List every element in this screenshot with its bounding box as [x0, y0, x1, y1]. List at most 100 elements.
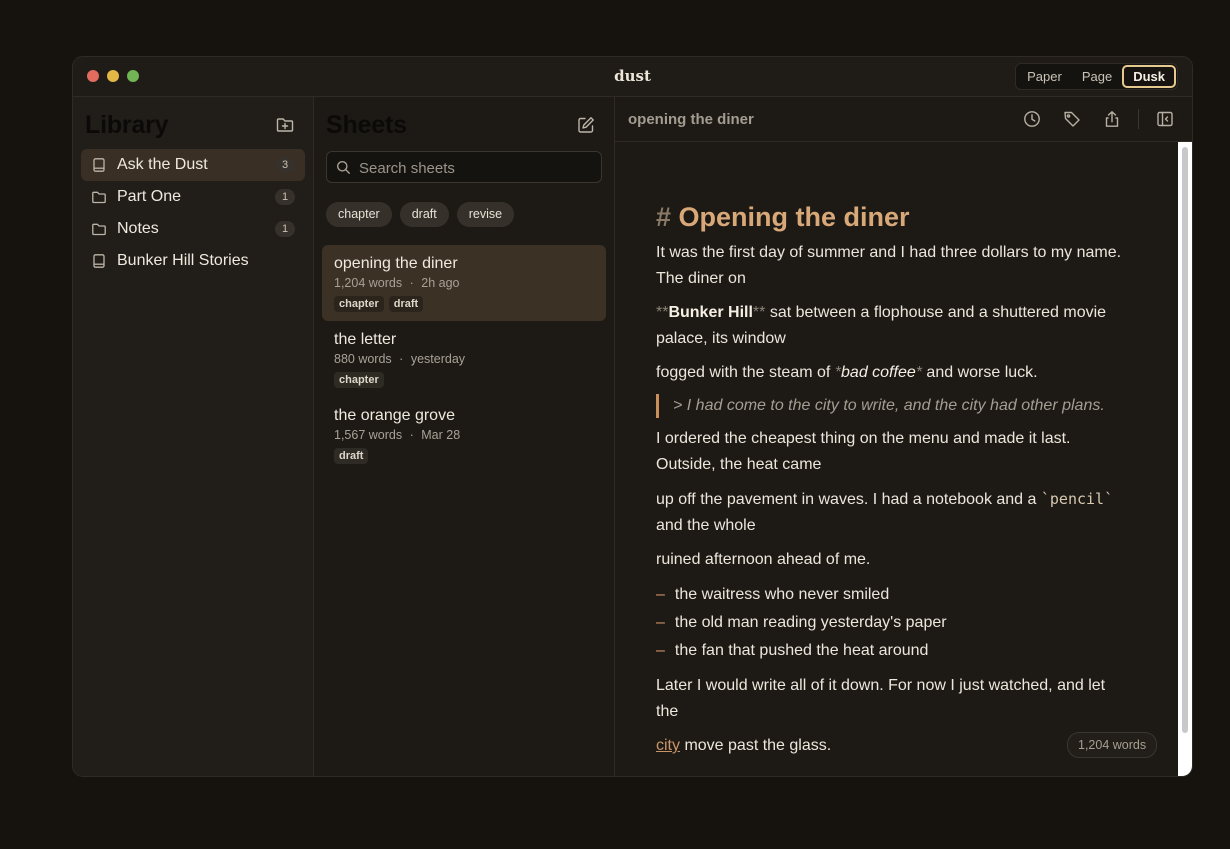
paragraph-text: and worse luck.	[921, 364, 1038, 381]
list-item-text: the fan that pushed the heat around	[674, 642, 929, 659]
library-item-label: Ask the Dust	[117, 156, 208, 173]
editor-doc-title: opening the diner	[628, 111, 754, 128]
sheet-tag: draft	[334, 448, 369, 464]
blockquote: > I had come to the city to write, and t…	[656, 394, 1126, 418]
sheet-word-count: 1,204 words	[334, 276, 403, 290]
list-item: – the fan that pushed the heat around	[656, 637, 1126, 665]
paragraph: It was the first day of summer and I had…	[656, 244, 1122, 287]
header-divider	[1138, 109, 1139, 129]
theme-switcher: Paper Page Dusk	[1015, 63, 1178, 90]
paragraph: fogged with the steam of *bad coffee* an…	[656, 360, 1126, 386]
titlebar: dust Paper Page Dusk	[73, 57, 1192, 97]
paragraph-text: and the whole	[656, 517, 756, 534]
tag-icon[interactable]	[1063, 110, 1081, 128]
library-pane: Library Ask the Dust 3 Part One 1 Notes …	[73, 97, 314, 776]
sheet-tags: draft	[334, 448, 594, 464]
sheet-list: opening the diner 1,204 words · 2h ago c…	[322, 245, 606, 473]
list-item: – the waitress who never smiled	[656, 581, 1126, 609]
library-item-notes[interactable]: Notes 1	[81, 213, 305, 245]
sidebar-toggle-icon[interactable]	[1156, 110, 1174, 128]
library-item-count: 1	[275, 189, 295, 205]
paragraph: ruined afternoon ahead of me.	[656, 551, 871, 568]
heading-text: Opening the diner	[678, 202, 910, 232]
paragraph-text: move past the glass.	[680, 737, 832, 754]
library-item-count: 1	[275, 221, 295, 237]
share-icon[interactable]	[1103, 110, 1121, 128]
list-marker: –	[656, 642, 665, 659]
new-folder-icon[interactable]	[275, 115, 295, 135]
paragraph-text: up off the pavement in waves. I had a no…	[656, 491, 1041, 508]
sheet-word-count: 880 words	[334, 352, 392, 366]
editor-scrollbar[interactable]	[1178, 142, 1192, 776]
folder-icon	[91, 221, 107, 237]
editor-pane: opening the diner # Opening the diner It…	[615, 97, 1192, 776]
sheet-meta: 880 words · yesterday	[334, 352, 594, 367]
sheets-title: Sheets	[326, 111, 407, 139]
list-item-text: the old man reading yesterday's paper	[674, 614, 947, 631]
folder-icon	[91, 189, 107, 205]
sheet-tags: chapter draft	[334, 296, 594, 312]
bold-marker: **	[752, 304, 766, 321]
list-marker: –	[656, 614, 665, 631]
sheet-item[interactable]: opening the diner 1,204 words · 2h ago c…	[322, 245, 606, 321]
history-icon[interactable]	[1023, 110, 1041, 128]
search-input[interactable]	[357, 152, 597, 184]
library-list: Ask the Dust 3 Part One 1 Notes 1 Bunker…	[81, 149, 305, 277]
library-item-label: Part One	[117, 188, 182, 205]
document-heading: # Opening the diner	[656, 200, 1126, 234]
inline-code: `pencil`	[1040, 490, 1114, 508]
book-icon	[91, 253, 107, 269]
library-title: Library	[85, 111, 169, 139]
wiki-link[interactable]: city	[656, 737, 680, 754]
document-content[interactable]: # Opening the diner It was the first day…	[656, 200, 1126, 767]
bullet-list: – the waitress who never smiled – the old …	[656, 581, 1126, 665]
theme-dusk-button[interactable]: Dusk	[1122, 65, 1176, 88]
paragraph: city move past the glass.	[656, 733, 1126, 759]
library-item-label: Notes	[117, 220, 159, 237]
app-window: dust Paper Page Dusk Library Ask the Dus…	[72, 56, 1193, 777]
library-item-bunker-hill-stories[interactable]: Bunker Hill Stories	[81, 245, 305, 277]
library-item-ask-the-dust[interactable]: Ask the Dust 3	[81, 149, 305, 181]
library-item-part-one[interactable]: Part One 1	[81, 181, 305, 213]
tag-filter-row: chapter draft revise	[326, 202, 515, 227]
sheet-modified-time: yesterday	[410, 352, 466, 366]
paragraph: up off the pavement in waves. I had a no…	[656, 486, 1126, 539]
search-icon	[336, 160, 351, 175]
sheet-meta: 1,204 words · 2h ago	[334, 276, 594, 291]
search-field[interactable]	[326, 151, 602, 184]
sheet-meta: 1,567 words · Mar 28	[334, 428, 594, 443]
paragraph-text: fogged with the steam of	[656, 364, 835, 381]
sheets-pane: Sheets chapter draft revise opening the …	[314, 97, 615, 776]
sheet-word-count: 1,567 words	[334, 428, 403, 442]
filter-chip-revise[interactable]: revise	[456, 202, 515, 227]
sheet-tag: chapter	[334, 296, 384, 312]
bold-text: Bunker Hill	[668, 304, 753, 321]
scrollbar-thumb[interactable]	[1182, 147, 1188, 733]
sheet-modified-time: 2h ago	[421, 276, 460, 290]
library-item-label: Bunker Hill Stories	[117, 252, 249, 269]
theme-page-button[interactable]: Page	[1072, 65, 1122, 88]
theme-paper-button[interactable]: Paper	[1017, 65, 1072, 88]
word-count-badge: 1,204 words	[1067, 732, 1158, 758]
sheet-title: the letter	[334, 331, 397, 348]
new-sheet-icon[interactable]	[576, 115, 596, 135]
sheet-item[interactable]: the orange grove 1,567 words · Mar 28 dr…	[322, 397, 606, 473]
document-body[interactable]: # Opening the diner It was the first day…	[615, 142, 1178, 776]
filter-chip-chapter[interactable]: chapter	[326, 202, 392, 227]
library-item-count: 3	[275, 157, 295, 173]
sheet-item[interactable]: the letter 880 words · yesterday chapter	[322, 321, 606, 397]
paragraph: I ordered the cheapest thing on the menu…	[656, 430, 1071, 473]
sheet-tag: chapter	[334, 372, 384, 388]
paragraph: **Bunker Hill** sat between a flophouse …	[656, 300, 1126, 352]
meta-separator: ·	[409, 428, 414, 442]
list-item: – the old man reading yesterday's paper	[656, 609, 1126, 637]
filter-chip-draft[interactable]: draft	[399, 202, 449, 227]
meta-separator: ·	[399, 352, 404, 366]
sheet-tag: draft	[388, 296, 424, 312]
italic-text: bad coffee	[841, 364, 916, 381]
editor-header: opening the diner	[615, 97, 1192, 142]
meta-separator: ·	[409, 276, 414, 290]
sheet-tags: chapter	[334, 372, 594, 388]
sheet-modified-time: Mar 28	[421, 428, 461, 442]
bold-marker: **	[656, 304, 669, 321]
